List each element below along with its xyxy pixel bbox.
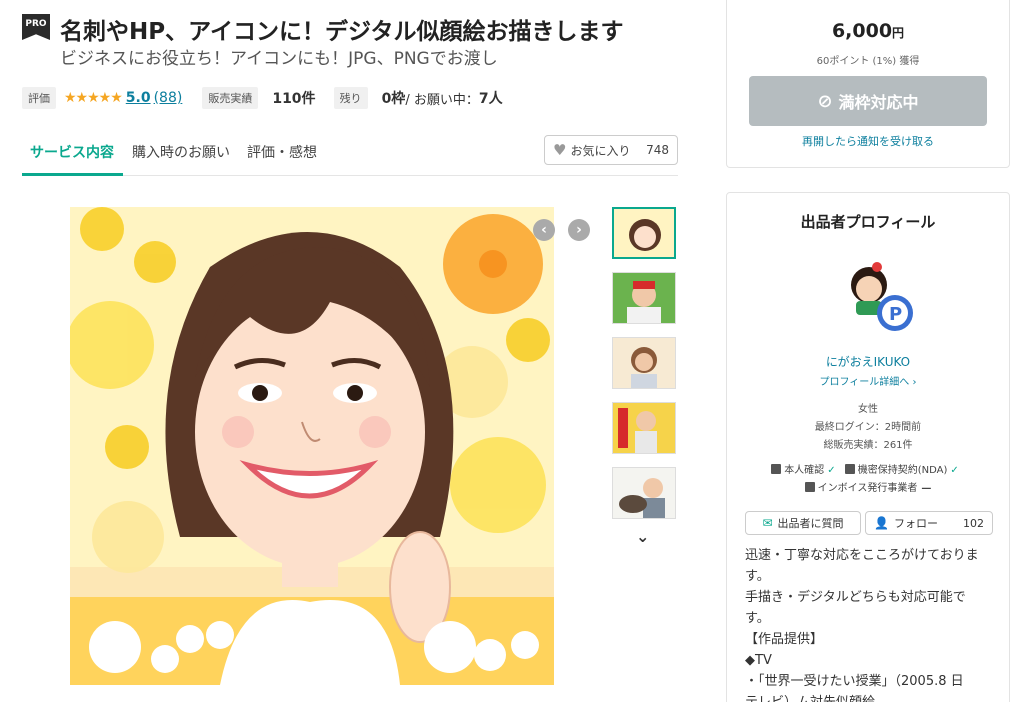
thumbnail-list [612, 207, 678, 532]
seller-total-sales: 総販売実績：261件 [823, 440, 913, 451]
seller-avatar[interactable]: P [839, 257, 923, 335]
follow-count: 102 [963, 516, 984, 530]
active-tab-indicator [22, 173, 123, 176]
purchase-card: 6,000円 60ポイント (1%) 獲得 ⊘ 満枠対応中 再開したら通知を受け… [726, 0, 1010, 168]
mail-icon: ✉ [762, 516, 773, 530]
favorite-label: お気に入り [570, 143, 631, 158]
document-icon [804, 482, 815, 492]
profile-detail-link[interactable]: プロフィール詳細へ › [727, 373, 1009, 388]
heart-icon: ♥ [553, 141, 567, 159]
chevron-right-icon: › [912, 377, 917, 388]
price: 6,000円 [831, 20, 905, 42]
pro-badge: PRO [22, 14, 50, 40]
thumbnail-2[interactable] [612, 272, 676, 324]
tab-reviews[interactable]: 評価・感想 [247, 142, 317, 162]
favorite-count: 748 [646, 143, 669, 157]
chevron-down-icon[interactable]: ⌄ [636, 527, 649, 546]
service-title: 名刺やHP、アイコンに！デジタル似顔絵お描きします [60, 19, 624, 45]
ask-seller-button[interactable]: ✉ 出品者に質問 [745, 511, 861, 535]
rating-count-link[interactable]: (88) [154, 90, 183, 106]
points-earned: 60ポイント (1%) 獲得 [816, 56, 920, 67]
thumbnail-3[interactable] [612, 337, 676, 389]
sales-value: 110件 [272, 91, 316, 107]
seller-name-link[interactable]: にがおえIKUKO [727, 353, 1009, 370]
service-subtitle: ビジネスにお役立ち！アイコンにも！JPG、PNGでお渡し [60, 49, 498, 69]
dash-icon: — [921, 483, 932, 494]
requesting-value: 7人 [478, 91, 503, 107]
invoice-issuer-label: インボイス発行事業者 [817, 483, 918, 494]
seller-profile-card: 出品者プロフィール P にがおえIKUKO プロフィール詳細へ › 女性 最終ロ… [726, 192, 1010, 702]
svg-text:P: P [889, 304, 902, 325]
main-portrait-image [70, 207, 554, 685]
follow-button[interactable]: 👤 フォロー 102 [865, 511, 993, 535]
thumbnail-1[interactable] [612, 207, 676, 259]
tab-purchase-requests[interactable]: 購入時のお願い [132, 142, 230, 162]
thumbnail-5[interactable] [612, 467, 676, 519]
sales-label: 販売実績 [202, 87, 259, 109]
service-meta: 評価 ★★★★★ 5.0 (88) 販売実績 110件 残り 0枠 / お願い中… [22, 87, 503, 109]
rating-stars-icon: ★★★★★ [64, 90, 123, 106]
requesting-label: / お願い中： [405, 92, 479, 108]
add-user-icon: 👤 [874, 516, 889, 530]
thumbnail-4[interactable] [612, 402, 676, 454]
rating-label: 評価 [22, 87, 56, 109]
remaining-label: 残り [333, 87, 368, 109]
chevron-right-icon: › [576, 222, 582, 238]
favorite-button[interactable]: ♥ お気に入り 748 [544, 135, 678, 165]
follow-label: フォロー [893, 517, 938, 530]
check-icon: ✓ [950, 465, 959, 476]
gallery-prev-button[interactable]: ‹ [533, 219, 555, 241]
remaining-value: 0枠 [381, 91, 406, 107]
rating-value[interactable]: 5.0 [126, 90, 151, 106]
invoice-row: インボイス発行事業者 — [727, 479, 1009, 494]
seller-description: 迅速・丁寧な対応をこころがけておりま す。 手描き・デジタルどちらも対応可能で … [745, 548, 979, 702]
prohibited-icon: ⊘ [817, 90, 833, 112]
fully-booked-label: 満枠対応中 [838, 93, 919, 112]
id-card-icon [771, 464, 782, 474]
fully-booked-button[interactable]: ⊘ 満枠対応中 [749, 76, 987, 126]
seller-gender: 女性 [858, 404, 878, 415]
check-icon: ✓ [827, 465, 836, 476]
seller-profile-title: 出品者プロフィール [800, 213, 936, 231]
chevron-left-icon: ‹ [541, 222, 547, 238]
notify-reopen-link[interactable]: 再開したら通知を受け取る [727, 133, 1009, 149]
tab-service-details[interactable]: サービス内容 [30, 142, 114, 162]
verification-row: 本人確認 ✓ 機密保持契約(NDA) ✓ [727, 461, 1009, 476]
ask-seller-label: 出品者に質問 [777, 517, 844, 530]
lock-doc-icon [844, 464, 855, 474]
gallery-next-button[interactable]: › [568, 219, 590, 241]
seller-last-login: 最終ログイン：2時間前 [814, 422, 922, 433]
nda-label: 機密保持契約(NDA) [857, 465, 948, 476]
identity-verified-label: 本人確認 [784, 465, 825, 476]
